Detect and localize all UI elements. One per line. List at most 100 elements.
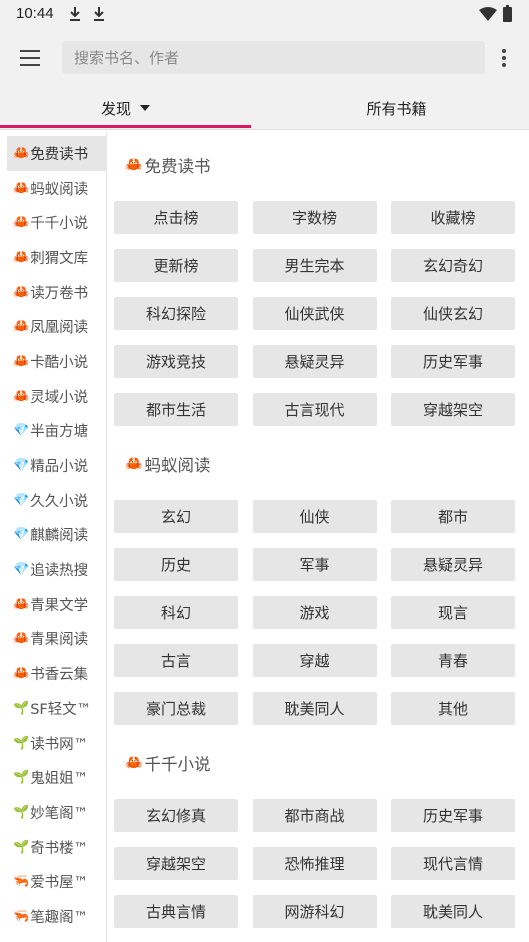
search-input[interactable]	[62, 41, 485, 74]
source-icon: 🦀	[13, 353, 30, 369]
sidebar-item[interactable]: 🦀 千千小说	[0, 205, 106, 240]
category-button[interactable]: 玄幻奇幻	[391, 249, 515, 282]
category-grid: 玄幻 仙侠 都市历史 军事 悬疑灵异科幻 游戏 现言古言 穿越 青春豪门总裁 耽美同人 其他	[114, 500, 515, 725]
category-button[interactable]: 穿越架空	[391, 393, 515, 426]
sidebar-item[interactable]: 🌱 奇书楼™	[0, 830, 106, 865]
category-button[interactable]: 仙侠玄幻	[391, 297, 515, 330]
download-icon	[94, 7, 104, 21]
category-button[interactable]: 点击榜	[114, 201, 238, 234]
sidebar-item-label: 书香云集	[30, 667, 89, 684]
sidebar-item[interactable]: 🦐爱书屋™	[0, 864, 106, 899]
category-button[interactable]: 军事	[252, 548, 377, 581]
sidebar-item[interactable]: 🦀 凤凰阅读	[0, 309, 106, 344]
sidebar-item-label: 久久小说	[30, 493, 89, 510]
category-button[interactable]: 古言	[114, 644, 238, 677]
category-button[interactable]: 穿越架空	[114, 847, 238, 880]
sidebar-item-label: 青果阅读	[30, 632, 89, 649]
source-icon: 🦀	[13, 145, 30, 161]
sidebar-item[interactable]: 💎 半亩方塘	[0, 414, 106, 449]
category-button[interactable]: 悬疑灵异	[391, 548, 515, 581]
category-button[interactable]: 仙侠武侠	[252, 297, 377, 330]
category-button[interactable]: 游戏竞技	[114, 345, 238, 378]
source-icon: 💎	[13, 423, 30, 439]
category-button[interactable]: 历史军事	[391, 799, 515, 832]
sidebar-item[interactable]: 🌱 鬼姐姐™	[0, 760, 106, 795]
category-button[interactable]: 其他	[391, 692, 515, 725]
sidebar-item[interactable]: 🦐 笔趣阁™	[0, 899, 106, 934]
category-button[interactable]: 穿越	[252, 644, 377, 677]
source-sidebar: 🦀 免费读书 🦀 蚂蚁阅读 🦀 千千小说 🦀 刺猬文库 🦀 读万卷书 🦀 凤凰阅读 🦀 卡酷小说 🦀 灵域小说…	[0, 131, 107, 942]
sidebar-item[interactable]: 🌱 SF轻文™	[0, 691, 106, 726]
sidebar-item[interactable]: 🦀 青果文学	[0, 587, 106, 622]
source-icon: 💎	[13, 562, 30, 578]
source-icon: 🦀	[13, 249, 30, 265]
sidebar-item[interactable]: 💎 追读热搜	[0, 552, 106, 587]
category-button[interactable]: 历史军事	[391, 345, 515, 378]
section-title: 🦀 免费读书	[125, 153, 210, 177]
category-button[interactable]: 现代言情	[391, 847, 515, 880]
sidebar-item[interactable]: 🦀 灵域小说	[0, 379, 106, 414]
search-box[interactable]	[62, 41, 485, 74]
sidebar-item[interactable]: 💎 麒麟阅读	[0, 518, 106, 553]
source-icon: 🌱	[13, 839, 30, 855]
sidebar-item[interactable]: 🦀 蚂蚁阅读	[0, 171, 106, 206]
source-icon: 🦀	[13, 180, 30, 196]
category-button[interactable]: 悬疑灵异	[252, 345, 377, 378]
status-time: 10:44	[16, 5, 54, 22]
sidebar-item[interactable]: 🌱 读书网™	[0, 726, 106, 761]
sidebar-item-label: 半亩方塘	[30, 424, 89, 441]
source-icon: 🦀	[125, 157, 143, 173]
status-bar: 10:44	[0, 0, 529, 28]
category-button[interactable]: 古言现代	[252, 393, 377, 426]
category-button[interactable]: 耽美同人	[252, 692, 377, 725]
active-tab-indicator	[0, 125, 251, 128]
category-button[interactable]: 字数榜	[252, 201, 377, 234]
category-button[interactable]: 豪门总裁	[114, 692, 238, 725]
source-icon: 🦐	[13, 874, 30, 890]
category-button[interactable]: 都市	[391, 500, 515, 533]
sidebar-item[interactable]: 🦐爱书屋™	[0, 934, 106, 942]
category-button[interactable]: 都市生活	[114, 393, 238, 426]
hamburger-menu-icon[interactable]	[18, 46, 42, 70]
sidebar-item-label: SF轻文™	[30, 701, 92, 718]
tab-all-books[interactable]: 所有书籍	[264, 88, 529, 128]
sidebar-item[interactable]: 💎 久久小说	[0, 483, 106, 518]
sidebar-item[interactable]: 🦀 青果阅读	[0, 622, 106, 657]
category-button[interactable]: 玄幻	[114, 500, 238, 533]
sidebar-item-label: 灵域小说	[30, 389, 89, 406]
tab-discover[interactable]: 发现	[0, 88, 251, 128]
category-button[interactable]: 现言	[391, 596, 515, 629]
sidebar-item[interactable]: 🦀 刺猬文库	[0, 240, 106, 275]
category-button[interactable]: 历史	[114, 548, 238, 581]
sidebar-item-label: 读书网™	[30, 736, 89, 753]
sidebar-item[interactable]: 🦀 卡酷小说	[0, 344, 106, 379]
sidebar-item-label: 笔趣阁™	[30, 909, 89, 926]
sidebar-item[interactable]: 🦀 书香云集	[0, 656, 106, 691]
category-button[interactable]: 恐怖推理	[252, 847, 377, 880]
source-icon: 💎	[13, 458, 30, 474]
more-vert-icon[interactable]	[494, 46, 514, 70]
tab-discover-label: 发现	[100, 99, 131, 118]
sidebar-item-label: 凤凰阅读	[30, 320, 89, 337]
category-button[interactable]: 都市商战	[252, 799, 377, 832]
wifi-icon	[479, 7, 497, 21]
category-button[interactable]: 游戏	[252, 596, 377, 629]
category-button[interactable]: 科幻探险	[114, 297, 238, 330]
sidebar-item[interactable]: 🦀 免费读书	[7, 136, 106, 171]
source-icon: 🦀	[13, 666, 30, 682]
sidebar-item[interactable]: 🌱 妙笔阁™	[0, 795, 106, 830]
category-button[interactable]: 收藏榜	[391, 201, 515, 234]
sidebar-item[interactable]: 💎 精品小说	[0, 448, 106, 483]
category-button[interactable]: 科幻	[114, 596, 238, 629]
category-button[interactable]: 玄幻修真	[114, 799, 238, 832]
category-button[interactable]: 耽美同人	[391, 895, 515, 928]
category-button[interactable]: 仙侠	[252, 500, 377, 533]
category-button[interactable]: 男生完本	[252, 249, 377, 282]
tab-all-books-label: 所有书籍	[366, 99, 427, 118]
sidebar-item[interactable]: 🦀 读万卷书	[0, 275, 106, 310]
category-button[interactable]: 更新榜	[114, 249, 238, 282]
source-icon: 🦀	[13, 319, 30, 335]
category-button[interactable]: 网游科幻	[252, 895, 377, 928]
category-button[interactable]: 青春	[391, 644, 515, 677]
category-button[interactable]: 古典言情	[114, 895, 238, 928]
